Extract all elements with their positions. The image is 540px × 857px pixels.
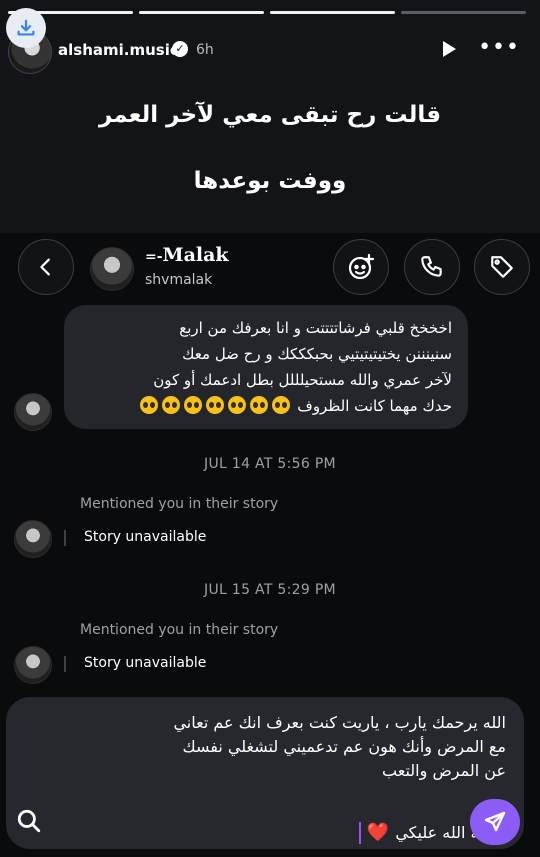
story-unavailable[interactable]: Story unavailable <box>84 529 206 545</box>
more-icon[interactable]: ••• <box>478 37 520 59</box>
message-line-last: حدك مهما كانت الظروف <box>80 393 452 419</box>
message-line: لآخر عمري والله مستحيلللل بطل ادعمك أو ك… <box>153 371 452 389</box>
back-icon <box>40 258 50 276</box>
progress-segment <box>401 11 526 14</box>
heart-emoji: ❤️ <box>366 822 390 843</box>
story-divider <box>64 530 66 546</box>
reply-line: الله يرحمك يارب ، ياريت كنت بعرف انك عم … <box>173 713 506 732</box>
play-icon[interactable] <box>443 41 456 57</box>
pleading-face-emoji <box>250 396 269 414</box>
message-line: حدك مهما كانت الظروف <box>297 397 452 415</box>
sticker-icon <box>348 253 375 280</box>
post-time: 6h <box>196 42 214 58</box>
sender-avatar <box>14 646 52 684</box>
sender-avatar <box>14 520 52 558</box>
username[interactable]: alshami.music <box>58 41 179 59</box>
download-icon <box>17 19 35 36</box>
sender-avatar <box>14 393 52 431</box>
chat-contact-name[interactable]: =-Malak <box>145 244 229 266</box>
message-bubble[interactable]: اخخخخ قلبي فرشاتتتتت و انا بعرفك من اربع… <box>64 305 468 429</box>
message-line: اخخخخ قلبي فرشاتتتتت و انا بعرفك من اربع <box>179 319 452 337</box>
story-progress <box>8 11 526 14</box>
pleading-face-emoji <box>228 396 247 414</box>
sticker-button[interactable] <box>333 239 389 295</box>
reply-line: مع المرض وأنك هون عم تدعميني لتشغلي نفسك <box>182 737 506 756</box>
call-icon <box>421 256 442 277</box>
tag-button[interactable] <box>474 239 530 295</box>
send-button[interactable] <box>470 799 520 845</box>
reply-input[interactable]: الله يرحمك يارب ، ياريت كنت بعرف انك عم … <box>46 711 506 844</box>
progress-segment <box>139 11 264 14</box>
mention-notice: Mentioned you in their story <box>80 622 279 638</box>
send-icon <box>484 811 506 832</box>
tag-icon <box>491 256 513 278</box>
progress-segment <box>270 11 395 14</box>
text-cursor <box>358 822 361 844</box>
chat-timestamp: JUL 14 AT 5:56 PM <box>204 456 336 472</box>
story-divider <box>64 656 66 672</box>
search-icon[interactable] <box>16 808 42 834</box>
pleading-face-emoji <box>140 396 159 414</box>
mention-notice: Mentioned you in their story <box>80 496 279 512</box>
name-deco: =- <box>145 249 163 265</box>
reply-line: عن المرض والتعب <box>382 761 506 780</box>
story-caption-line1: قالت رح تبقى معي لآخر العمر <box>98 102 442 128</box>
back-button[interactable] <box>18 239 74 295</box>
message-line: سنينننن يختيتيتيتيي بحبكككك و رح ضل معك <box>182 345 452 363</box>
story-caption-line2: ووفت بوعدها <box>193 168 347 194</box>
verified-icon: ✓ <box>172 41 188 57</box>
chat-timestamp: JUL 15 AT 5:29 PM <box>204 582 336 598</box>
call-button[interactable] <box>404 239 460 295</box>
download-button[interactable] <box>6 8 46 48</box>
pleading-face-emoji <box>272 396 291 414</box>
reply-composer[interactable]: الله يرحمك يارب ، ياريت كنت بعرف انك عم … <box>6 697 524 849</box>
pleading-face-emoji <box>162 396 181 414</box>
pleading-face-emoji <box>206 396 225 414</box>
pleading-face-emoji <box>184 396 203 414</box>
story-header: alshami.music ✓ 6h ••• <box>6 8 526 74</box>
chat-contact-handle: shvmalak <box>145 272 213 288</box>
story-unavailable[interactable]: Story unavailable <box>84 655 206 671</box>
chat-avatar[interactable] <box>90 247 134 291</box>
